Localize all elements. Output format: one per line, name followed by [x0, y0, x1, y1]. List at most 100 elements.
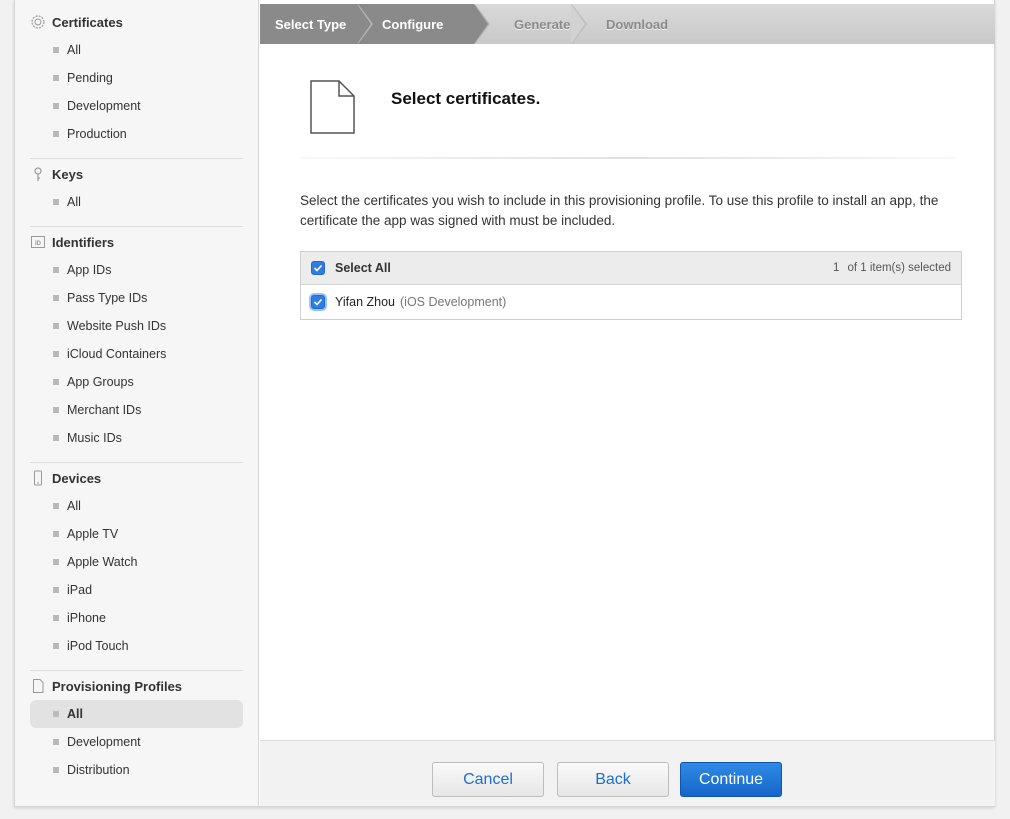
step-progress-bar: Select Type Configure Generate Download — [260, 4, 995, 44]
sidebar-item-label: Apple Watch — [67, 555, 138, 569]
sidebar-item-label: Website Push IDs — [67, 319, 167, 333]
sidebar-group-header: ID Identifiers — [30, 228, 243, 256]
bullet-icon — [53, 267, 59, 273]
step-label: Configure — [382, 16, 444, 32]
sidebar-group-header: Provisioning Profiles — [30, 672, 243, 700]
sidebar-item-label: iCloud Containers — [67, 347, 167, 361]
sidebar-group-identifiers: ID Identifiers App IDs Pass Type IDs Web… — [30, 228, 243, 452]
sidebar-group-title: Provisioning Profiles — [52, 678, 183, 694]
step-label: Download — [606, 16, 669, 32]
sidebar-item-pass-type-ids[interactable]: Pass Type IDs — [30, 284, 243, 312]
sidebar-item-devices-all[interactable]: All — [30, 492, 243, 520]
sidebar-item-merchant-ids[interactable]: Merchant IDs — [30, 396, 243, 424]
sidebar-item-apple-watch[interactable]: Apple Watch — [30, 548, 243, 576]
bullet-icon — [53, 323, 59, 329]
bullet-icon — [53, 199, 59, 205]
sidebar-item-app-groups[interactable]: App Groups — [30, 368, 243, 396]
sidebar: Certificates All Pending Development Pro… — [15, 0, 259, 806]
sidebar-item-label: All — [67, 195, 81, 209]
bullet-icon — [53, 379, 59, 385]
sidebar-item-label: Distribution — [67, 763, 130, 777]
sidebar-item-profiles-distribution[interactable]: Distribution — [30, 756, 243, 784]
sidebar-item-label: Development — [67, 99, 141, 113]
sidebar-item-ipod-touch[interactable]: iPod Touch — [30, 632, 243, 660]
sidebar-item-label: App IDs — [67, 263, 112, 277]
sidebar-item-certificates-development[interactable]: Development — [30, 92, 243, 120]
sidebar-item-profiles-development[interactable]: Development — [30, 728, 243, 756]
certificate-badge-icon — [30, 14, 46, 30]
bullet-icon — [53, 503, 59, 509]
footer-bar: Cancel Back Continue — [260, 740, 995, 806]
sidebar-group-keys: Keys All — [30, 160, 243, 216]
svg-text:ID: ID — [35, 241, 42, 247]
sidebar-item-ipad[interactable]: iPad — [30, 576, 243, 604]
sidebar-item-label: iPad — [67, 583, 93, 597]
page-description: Select the certificates you wish to incl… — [300, 193, 939, 228]
certificate-type: (iOS Development) — [400, 295, 507, 309]
select-all-label[interactable]: Select All — [335, 261, 391, 275]
sidebar-item-keys-all[interactable]: All — [30, 188, 243, 216]
sidebar-item-label: All — [67, 43, 81, 57]
sidebar-item-iphone[interactable]: iPhone — [30, 604, 243, 632]
cancel-button[interactable]: Cancel — [432, 762, 544, 797]
step-arrow-icon — [474, 4, 488, 44]
bullet-icon — [53, 767, 59, 773]
sidebar-divider — [30, 670, 243, 671]
step-select-type: Select Type — [260, 4, 373, 44]
checkmark-icon — [313, 298, 323, 306]
step-arrow-icon — [571, 4, 585, 44]
bullet-icon — [53, 711, 59, 717]
sidebar-item-label: Music IDs — [67, 431, 122, 445]
bullet-icon — [53, 643, 59, 649]
sidebar-item-app-ids[interactable]: App IDs — [30, 256, 243, 284]
sidebar-divider — [30, 158, 243, 159]
sidebar-item-certificates-production[interactable]: Production — [30, 120, 243, 148]
bullet-icon — [53, 295, 59, 301]
step-label: Select Type — [275, 16, 347, 32]
sidebar-group-certificates: Certificates All Pending Development Pro… — [30, 8, 243, 148]
checkmark-icon — [313, 264, 323, 272]
app-frame: Certificates All Pending Development Pro… — [14, 0, 995, 807]
back-button[interactable]: Back — [557, 762, 669, 797]
sidebar-item-label: Merchant IDs — [67, 403, 142, 417]
sidebar-divider — [30, 462, 243, 463]
device-icon — [30, 470, 46, 486]
header-divider — [300, 157, 956, 159]
sidebar-item-apple-tv[interactable]: Apple TV — [30, 520, 243, 548]
sidebar-group-title: Keys — [52, 166, 84, 182]
bullet-icon — [53, 351, 59, 357]
step-configure: Configure — [357, 4, 490, 44]
sidebar-item-music-ids[interactable]: Music IDs — [30, 424, 243, 452]
bullet-icon — [53, 131, 59, 137]
bullet-icon — [53, 739, 59, 745]
sidebar-group-title: Identifiers — [52, 234, 115, 250]
continue-button[interactable]: Continue — [680, 762, 782, 797]
bullet-icon — [53, 615, 59, 621]
sidebar-item-website-push-ids[interactable]: Website Push IDs — [30, 312, 243, 340]
sidebar-item-profiles-all[interactable]: All — [30, 700, 243, 728]
certificate-list: Select All 1 of 1 item(s) selected Yifan … — [300, 251, 962, 320]
sidebar-group-title: Devices — [52, 470, 102, 486]
certificate-checkbox[interactable] — [311, 295, 325, 309]
sidebar-group-devices: Devices All Apple TV Apple Watch iPad iP… — [30, 464, 243, 660]
sidebar-item-label: App Groups — [67, 375, 134, 389]
bullet-icon — [53, 587, 59, 593]
bullet-icon — [53, 75, 59, 81]
page-title: Select certificates. — [391, 89, 541, 108]
sidebar-item-icloud-containers[interactable]: iCloud Containers — [30, 340, 243, 368]
step-label: Generate — [514, 16, 571, 32]
certificate-row[interactable]: Yifan Zhou (iOS Development) — [301, 285, 961, 319]
sidebar-item-label: iPod Touch — [67, 639, 129, 653]
certificate-name: Yifan Zhou — [335, 295, 395, 309]
select-all-checkbox[interactable] — [311, 261, 325, 275]
id-icon: ID — [30, 234, 46, 250]
sidebar-item-label: iPhone — [67, 611, 106, 625]
sidebar-group-header: Devices — [30, 464, 243, 492]
step-arrow-icon — [357, 4, 371, 44]
sidebar-item-certificates-pending[interactable]: Pending — [30, 64, 243, 92]
sidebar-item-label: All — [67, 499, 81, 513]
bullet-icon — [53, 47, 59, 53]
bullet-icon — [53, 435, 59, 441]
sidebar-group-title: Certificates — [52, 14, 123, 30]
sidebar-item-certificates-all[interactable]: All — [30, 36, 243, 64]
